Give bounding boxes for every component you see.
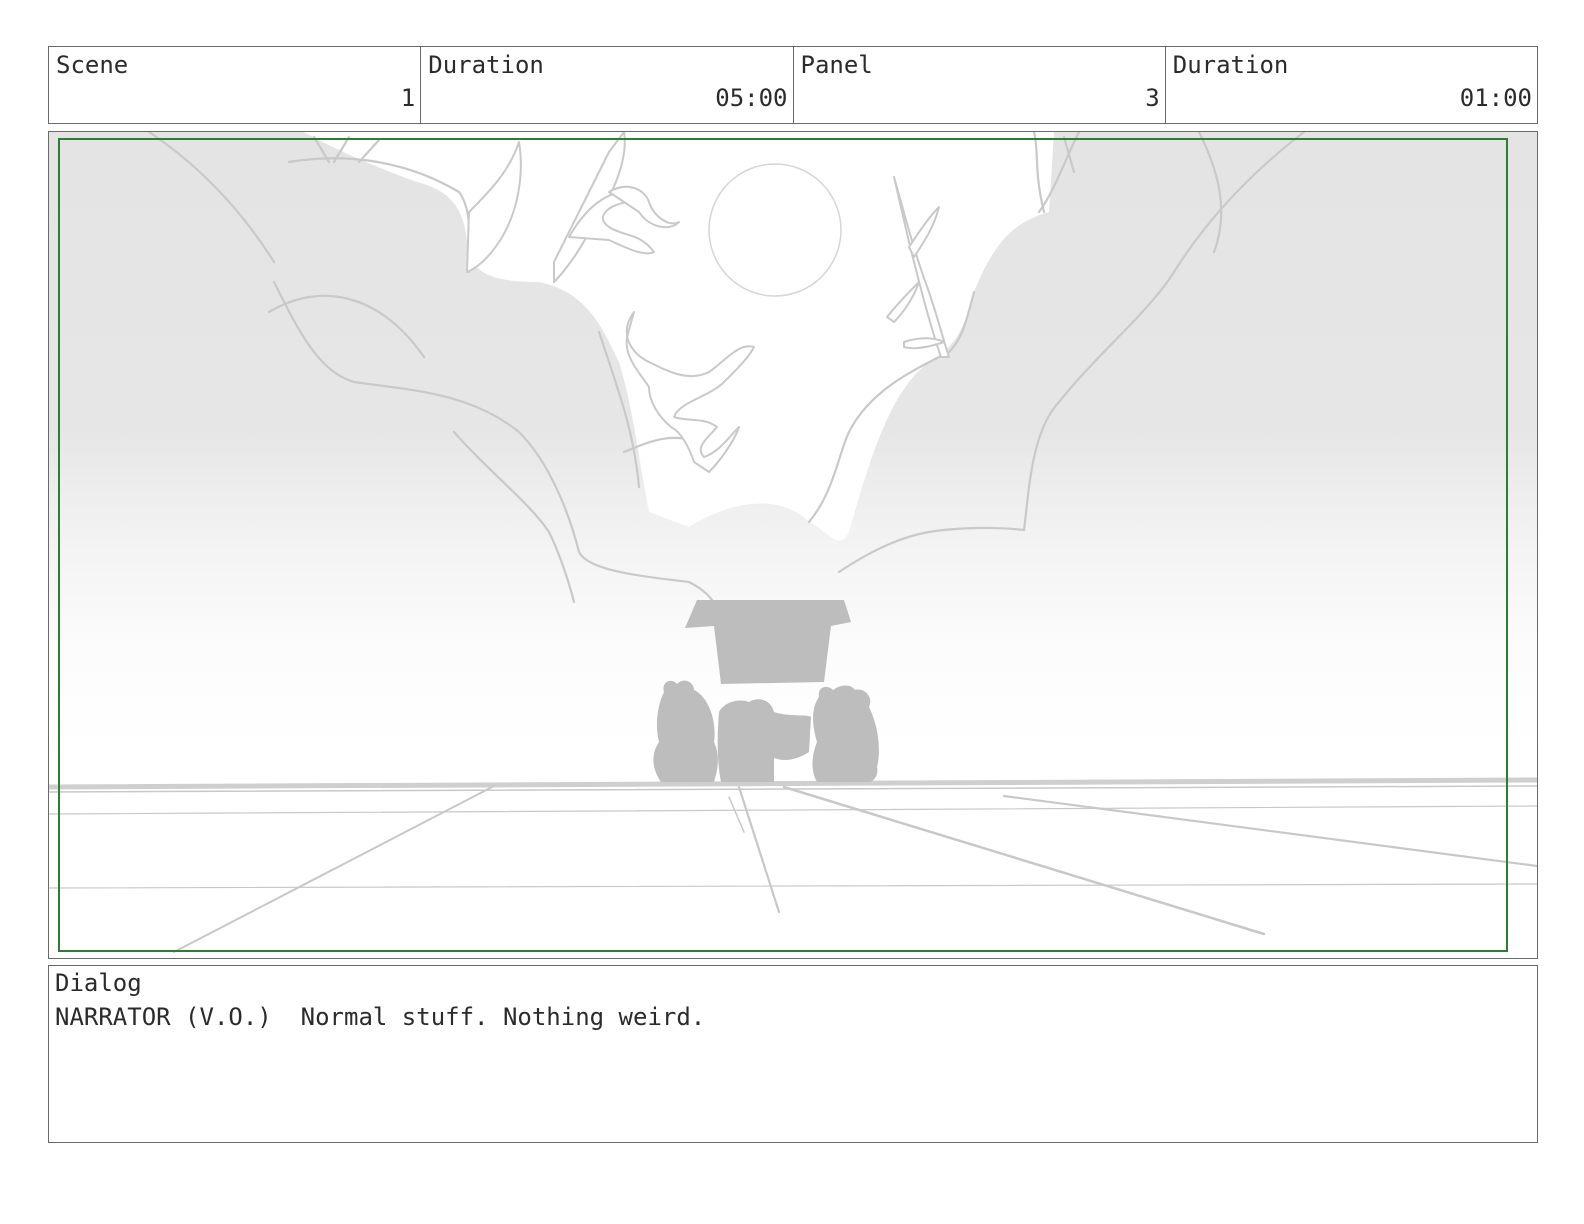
storyboard-panel [48,131,1538,959]
dialog-box: Dialog NARRATOR (V.O.) Normal stuff. Not… [48,965,1538,1143]
sun-outline [708,163,842,297]
panel-cell: Panel 3 [794,47,1166,123]
panel-duration-cell: Duration 01:00 [1166,47,1537,123]
scene-duration-label: Duration [428,51,544,79]
dialog-line: NARRATOR (V.O.) Normal stuff. Nothing we… [55,1003,705,1031]
scene-cell: Scene 1 [49,47,422,123]
dialog-speaker: NARRATOR (V.O.) [55,1003,272,1031]
panel-label: Panel [800,51,873,79]
scene-number: 1 [400,84,416,112]
scene-label: Scene [56,51,129,79]
panel-duration-label: Duration [1172,51,1289,79]
dialog-label: Dialog [55,969,142,997]
panel-number: 3 [1145,84,1160,112]
bear-right [812,685,879,782]
dialog-text: Normal stuff. Nothing weird. [300,1003,706,1031]
panel-header: Scene 1 Duration 05:00 Panel 3 Duration … [48,46,1538,124]
storyboard-sketch [49,132,1537,958]
scene-duration-cell: Duration 05:00 [421,47,794,123]
scene-duration-value: 05:00 [715,84,788,112]
panel-duration-value: 01:00 [1459,84,1532,112]
